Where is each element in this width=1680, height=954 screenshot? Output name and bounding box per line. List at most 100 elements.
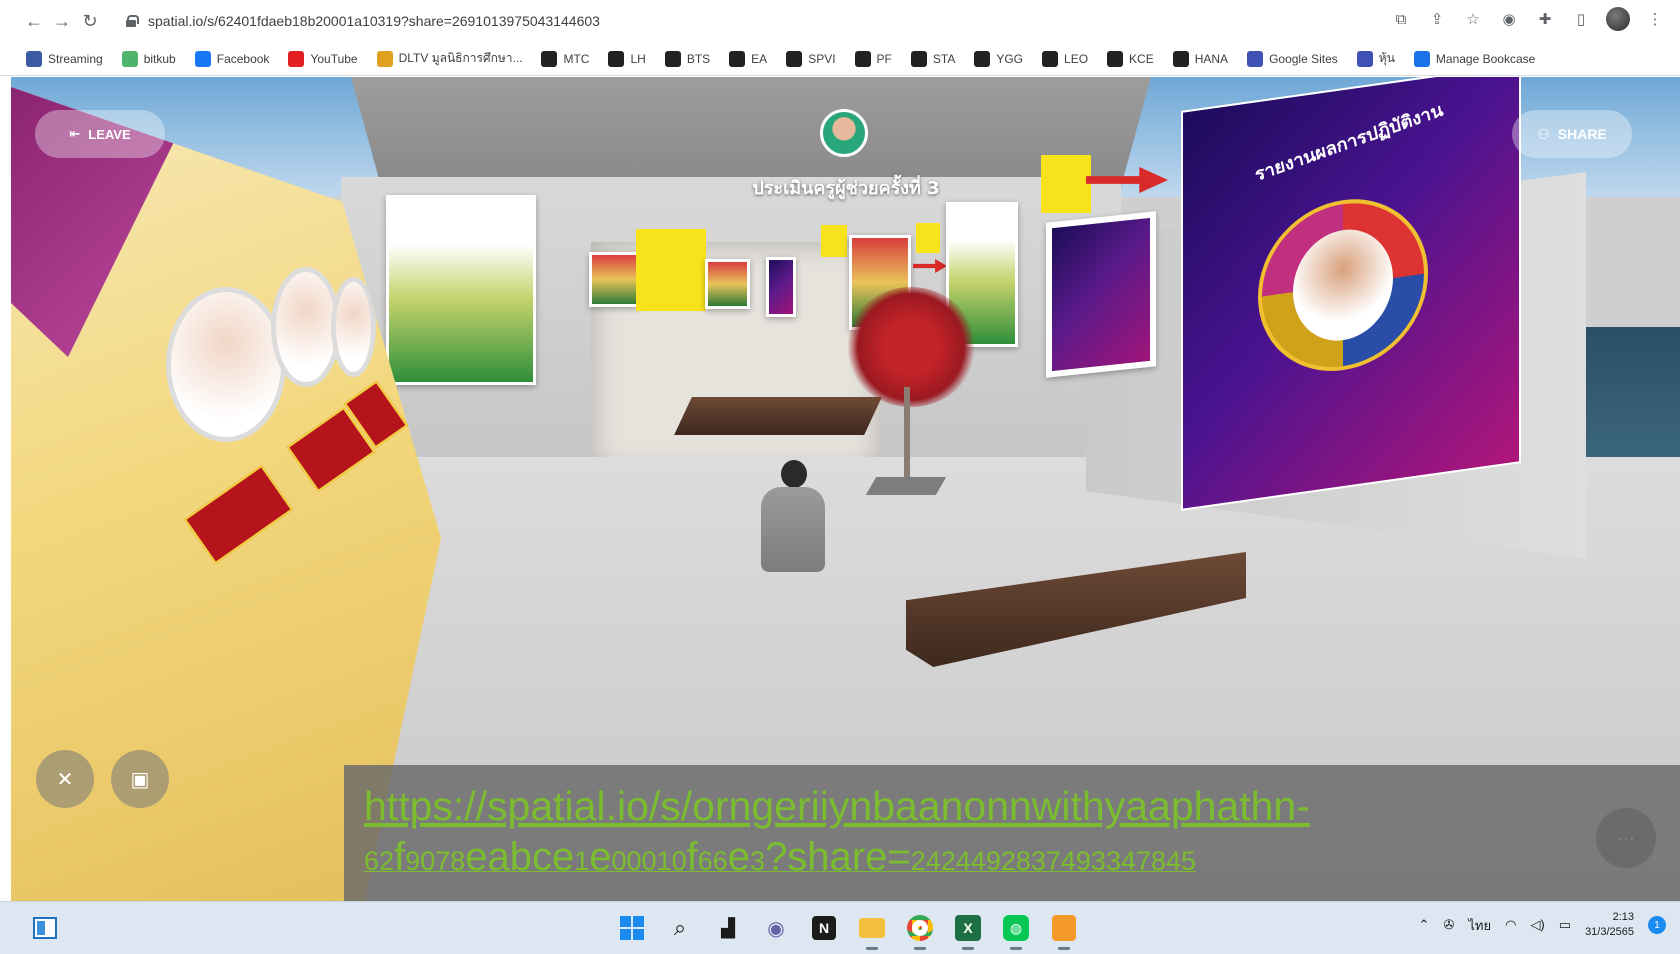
- tv-icon: [664, 50, 681, 67]
- tv-icon: [1042, 50, 1059, 67]
- mute-mic-button[interactable]: ✕: [36, 750, 94, 808]
- sticky-note-2: [821, 225, 847, 257]
- camera-off-button[interactable]: ▣: [111, 750, 169, 808]
- bookmark-item[interactable]: Manage Bookcase: [1413, 50, 1535, 67]
- player-avatar-head: [781, 460, 807, 488]
- bookmark-label: DLTV มูลนิธิการศึกษา...: [398, 51, 523, 65]
- bookmark-item[interactable]: YGG: [974, 50, 1024, 67]
- line-button[interactable]: ◍: [998, 910, 1034, 950]
- bookmark-item[interactable]: DLTV มูลนิธิการศึกษา...: [376, 49, 523, 68]
- share-label: SHARE: [1557, 126, 1607, 142]
- bookmark-label: MTC: [563, 51, 590, 66]
- start-button[interactable]: [614, 910, 650, 946]
- bookmark-item[interactable]: LH: [608, 50, 646, 67]
- show-hidden-icons-chevron-icon[interactable]: ⌃: [1419, 917, 1430, 933]
- spatial-link-line-2[interactable]: 62f9078eabce1e00010f66e3?share=242449283…: [364, 835, 1196, 880]
- bookmark-item[interactable]: HANA: [1172, 50, 1228, 67]
- forward-button[interactable]: →: [48, 7, 76, 35]
- bookmark-label: Streaming: [48, 51, 103, 66]
- orange-app-icon: [1052, 915, 1076, 941]
- space-title: ประเมินครูผู้ช่วยครั้งที่ 3: [752, 178, 940, 199]
- excel-button[interactable]: X: [950, 910, 986, 950]
- back-button[interactable]: ←: [20, 7, 48, 35]
- bookmark-label: BTS: [686, 51, 711, 66]
- teams-chat-button[interactable]: ◉: [758, 910, 794, 946]
- bookmark-item[interactable]: EA: [729, 50, 767, 67]
- input-language[interactable]: ไทย: [1468, 915, 1491, 936]
- bookcase-icon: [1413, 50, 1430, 67]
- bookmark-item[interactable]: KCE: [1107, 50, 1154, 67]
- bookmark-item[interactable]: MTC: [541, 50, 590, 67]
- file-explorer-button[interactable]: [854, 910, 890, 950]
- google-sites-icon: [1247, 50, 1264, 67]
- reload-button[interactable]: ↻: [76, 7, 104, 35]
- bluetooth-app-icon[interactable]: ✇: [1443, 917, 1454, 933]
- poster-small-3[interactable]: [766, 257, 796, 317]
- chrome-button[interactable]: [902, 910, 938, 950]
- bookmark-item[interactable]: PF: [854, 50, 892, 67]
- bookmark-label: KCE: [1129, 51, 1154, 66]
- poster-small-2[interactable]: [705, 259, 750, 309]
- clock-time: 2:13: [1612, 911, 1634, 923]
- bookmark-item[interactable]: bitkub: [121, 50, 176, 67]
- puzzle-extensions-icon[interactable]: ✚: [1534, 8, 1556, 30]
- profile-avatar[interactable]: [1606, 7, 1630, 31]
- bookmark-item[interactable]: หุ้น: [1356, 49, 1395, 68]
- windows-logo-icon: [620, 916, 644, 940]
- tv-icon: [786, 50, 803, 67]
- bookmark-label: STA: [932, 51, 956, 66]
- translate-icon[interactable]: ⧉: [1390, 8, 1412, 30]
- address-bar[interactable]: spatial.io/s/62401fdaeb18b20001a10319?sh…: [126, 6, 1366, 36]
- player-avatar[interactable]: [761, 487, 825, 572]
- poster-framed-purple[interactable]: [1046, 211, 1156, 378]
- tv-icon: [541, 50, 558, 67]
- tv-icon: [1107, 50, 1124, 67]
- bookmark-item[interactable]: Google Sites: [1247, 50, 1338, 67]
- share-button[interactable]: ⚇ SHARE: [1512, 110, 1632, 158]
- leave-button[interactable]: ⇤ LEAVE: [35, 110, 165, 158]
- volume-icon[interactable]: ◁): [1530, 917, 1544, 933]
- bookmark-item[interactable]: Streaming: [26, 50, 103, 67]
- host-avatar[interactable]: [820, 109, 868, 157]
- bookmark-item[interactable]: SPVI: [786, 50, 836, 67]
- clock[interactable]: 2:13 31/3/2565: [1585, 910, 1634, 940]
- link-fragment: 2424492837493347845: [910, 846, 1197, 876]
- system-tray: ⌃ ✇ ไทย ◠ ◁) ▭ 2:13 31/3/2565 1: [1419, 910, 1666, 940]
- url-text[interactable]: spatial.io/s/62401fdaeb18b20001a10319?sh…: [148, 13, 600, 29]
- bookmark-item[interactable]: LEO: [1042, 50, 1088, 67]
- tv-icon: [1172, 50, 1189, 67]
- tv-icon: [608, 50, 625, 67]
- side-panel-icon[interactable]: ▯: [1570, 8, 1592, 30]
- extension-icon[interactable]: ◉: [1498, 8, 1520, 30]
- camera-off-icon: ▣: [130, 768, 150, 791]
- bookmark-item[interactable]: YouTube: [288, 50, 358, 67]
- poster-thai-language[interactable]: [386, 195, 536, 385]
- poster-small-1[interactable]: [589, 252, 641, 307]
- chat-icon: ◉: [767, 917, 785, 940]
- sticky-note-3: [916, 223, 940, 253]
- link-fragment: 00010: [611, 846, 687, 876]
- spatial-link-line-1[interactable]: https://spatial.io/s/orngeriiynbaanonnwi…: [364, 783, 1310, 830]
- app-orange-button[interactable]: [1046, 910, 1082, 950]
- sticky-note-1: [636, 229, 706, 311]
- menu-kebab-icon[interactable]: ⋮: [1644, 8, 1666, 30]
- line-icon: ◍: [1003, 915, 1029, 941]
- bookmark-item[interactable]: STA: [910, 50, 956, 67]
- task-view-button[interactable]: ▟: [710, 910, 746, 946]
- wifi-icon[interactable]: ◠: [1505, 917, 1516, 933]
- search-button[interactable]: ⌕: [662, 910, 698, 946]
- bookmark-label: YGG: [996, 51, 1024, 66]
- bookmark-star-icon[interactable]: ☆: [1462, 8, 1484, 30]
- notification-badge[interactable]: 1: [1648, 916, 1666, 934]
- browser-toolbar: ← → ↻ spatial.io/s/62401fdaeb18b20001a10…: [0, 0, 1680, 42]
- share-page-icon[interactable]: ⇪: [1426, 8, 1448, 30]
- bookmark-item[interactable]: Facebook: [194, 50, 269, 67]
- poster-performance-report[interactable]: รายงานผลการปฏิบัติงาน: [1181, 77, 1521, 511]
- notion-button[interactable]: N: [806, 910, 842, 946]
- bookmark-label: หุ้น: [1378, 51, 1395, 65]
- sticky-note-4: [1041, 155, 1091, 213]
- bookmark-item[interactable]: BTS: [664, 50, 711, 67]
- widgets-icon[interactable]: [33, 917, 57, 939]
- battery-icon[interactable]: ▭: [1559, 917, 1571, 933]
- bench-back: [674, 397, 882, 435]
